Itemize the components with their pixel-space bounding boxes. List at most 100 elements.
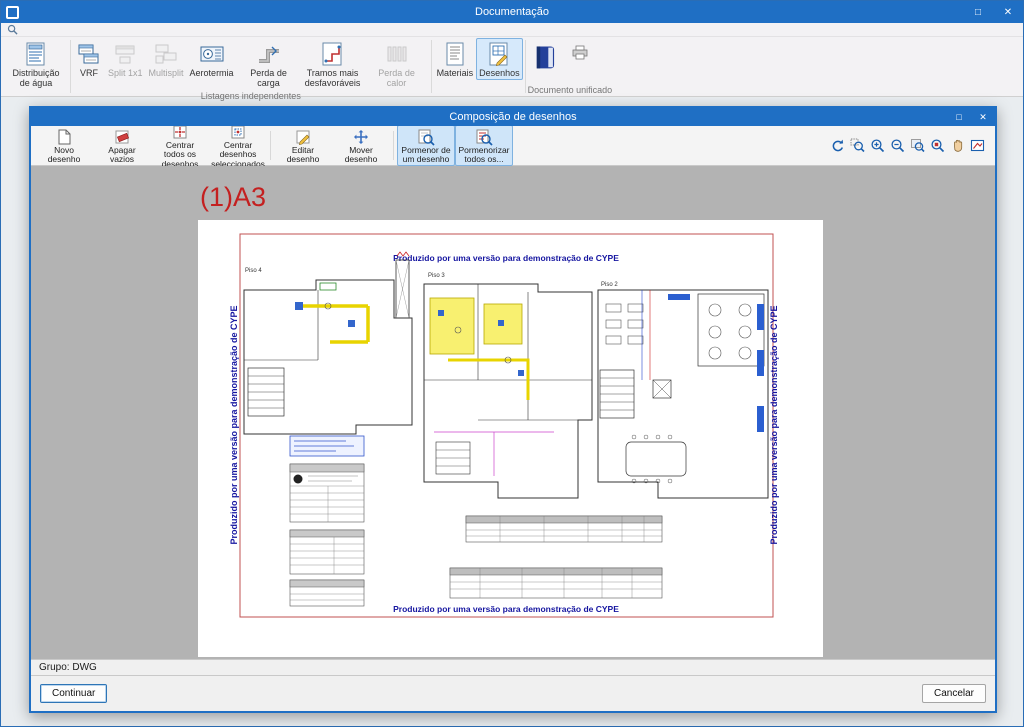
zoom-extents-button[interactable] [909,137,926,154]
aerotermia-icon [200,46,224,62]
unified-document-book-icon [536,46,554,69]
zoom-previous-button[interactable] [829,137,846,154]
redraw-button[interactable] [969,137,986,154]
pressure-loss-icon [258,46,279,63]
ribbon-group-saida: Materiais Desenhos [434,37,523,96]
move-arrows-icon [354,129,368,144]
ribbon-button-label: Perda de carga [250,68,287,89]
toolbar-button-label: Editar desenho [286,144,320,164]
multisplit-icon [155,44,177,64]
drawings-icon [489,42,508,67]
zoom-selection-button[interactable] [929,137,946,154]
ribbon-group-label-listagens: Listagens independentes [200,91,301,102]
ribbon-button-imprimir[interactable] [564,38,596,64]
new-drawing-icon [58,129,71,145]
toolbar-button-label: Centrar desenhos seleccionados [211,139,265,169]
maximize-button[interactable]: □ [963,1,993,23]
ribbon-button-vrf[interactable]: VRF [73,38,105,80]
zoom-toolbar [829,137,986,154]
ribbon-button-label: Multisplit [148,68,184,78]
split-1x1-icon [115,45,135,64]
toolbar-button-label: Centrar todos os desenhos [161,139,199,169]
ribbon-button-label: Distribuição de água [12,68,60,89]
ribbon-button-label: Materiais [436,68,474,78]
detail-one-drawing-button[interactable]: Pormenor de um desenho [397,124,455,167]
search-icon[interactable] [7,24,18,35]
ribbon-group-listagens: VRF Split 1x1 Multisplit Aerotermia Perd… [73,37,429,101]
ribbon-button-label: Aerotermia [189,68,234,78]
toolbar-button-label: Novo desenho [47,144,81,164]
materials-icon [446,42,464,66]
zoom-selection-icon [931,139,945,153]
redraw-icon [970,139,985,152]
dialog-toolbar: Novo desenho Apagar vazios Centrar todos… [31,124,995,168]
toolbar-button-label: Mover desenho [344,144,378,164]
continue-button[interactable]: Continuar [40,684,108,703]
zoom-window-button[interactable] [849,137,866,154]
svg-text:Produzido por uma versão para: Produzido por uma versão para demonstraç… [393,253,619,263]
svg-text:Piso 3: Piso 3 [428,273,445,279]
dialog-composicao-desenhos: Composição de desenhos □ ✕ Novo desenho … [29,106,997,713]
ribbon-button-perda-carga[interactable]: Perda de carga [237,38,301,90]
center-all-drawings-button[interactable]: Centrar todos os desenhos [151,120,209,171]
delete-empty-button[interactable]: Apagar vazios [93,125,151,167]
edit-pencil-icon [296,130,310,145]
cancel-button[interactable]: Cancelar [921,684,986,703]
zoom-window-icon [850,138,865,153]
ribbon-button-tramos[interactable]: Tramos mais desfavoráveis [301,38,365,90]
quick-access-bar [1,23,1023,37]
ribbon-button-label: Split 1x1 [108,68,143,78]
dialog-maximize-button[interactable]: □ [947,108,971,126]
ribbon-button-distribuicao-agua[interactable]: Distribuição de água [4,38,68,90]
sheet-label: (1)A3 [200,182,267,212]
zoom-in-button[interactable] [869,137,886,154]
printer-icon [572,45,588,60]
ribbon-separator [524,40,526,93]
vrf-icon [78,44,99,64]
ribbon-button-desenhos[interactable]: Desenhos [476,38,523,81]
ribbon-button-materiais[interactable]: Materiais [434,38,477,80]
app-titlebar: Documentação □ ✕ [1,1,1023,23]
zoom-previous-icon [832,139,844,152]
ribbon-button-perda-calor[interactable]: Perda de calor [365,38,429,90]
ribbon-button-documento-unificado[interactable] [528,38,564,76]
center-selected-drawings-button[interactable]: Centrar desenhos seleccionados [209,120,267,171]
detail-magnifier-icon [418,129,435,146]
drawing-sheet[interactable]: Produzido por uma versão para demonstraç… [198,220,823,657]
ribbon-button-label: Tramos mais desfavoráveis [304,68,361,89]
toolbar-button-label: Pormenor de um desenho [401,144,451,164]
new-drawing-button[interactable]: Novo desenho [35,125,93,167]
group-status-text: Grupo: DWG [39,662,97,673]
svg-text:Produzido por uma versão para: Produzido por uma versão para demonstraç… [393,604,619,614]
app-title: Documentação [475,6,549,18]
toolbar-separator [393,131,394,160]
eraser-icon [115,130,130,144]
svg-text:Piso 4: Piso 4 [245,268,262,274]
heat-loss-icon [387,46,407,62]
dialog-close-button[interactable]: ✕ [971,108,995,126]
app-icon [6,5,19,19]
edit-drawing-button[interactable]: Editar desenho [274,125,332,167]
zoom-out-button[interactable] [889,137,906,154]
ribbon-button-split-1x1[interactable]: Split 1x1 [105,38,146,80]
dialog-statusbar: Grupo: DWG [31,659,995,675]
floor-plan-graphic: Produzido por uma versão para demonstraç… [229,233,779,618]
zoom-out-icon [891,139,905,153]
dialog-titlebar: Composição de desenhos □ ✕ [31,108,995,126]
detail-all-drawings-button[interactable]: Pormenorizar todos os... [455,124,513,167]
zoom-in-icon [871,139,885,153]
ribbon-button-aerotermia[interactable]: Aerotermia [187,38,237,80]
ribbon-button-label: VRF [80,68,98,78]
toolbar-separator [270,131,271,160]
move-drawing-button[interactable]: Mover desenho [332,125,390,167]
toolbar-button-label: Apagar vazios [108,144,136,164]
ribbon-button-label: Perda de calor [378,68,415,89]
svg-text:Piso 2: Piso 2 [601,282,618,288]
app-window: Documentação □ ✕ Distribuição de água VR… [0,0,1024,727]
close-button[interactable]: ✕ [993,1,1023,23]
ribbon-button-multisplit[interactable]: Multisplit [146,38,187,80]
pan-button[interactable] [949,137,966,154]
composition-canvas[interactable]: (1)A3 Produzido por uma versão para demo… [31,166,995,659]
dialog-title: Composição de desenhos [449,111,577,123]
unfavorable-paths-icon [322,42,342,66]
